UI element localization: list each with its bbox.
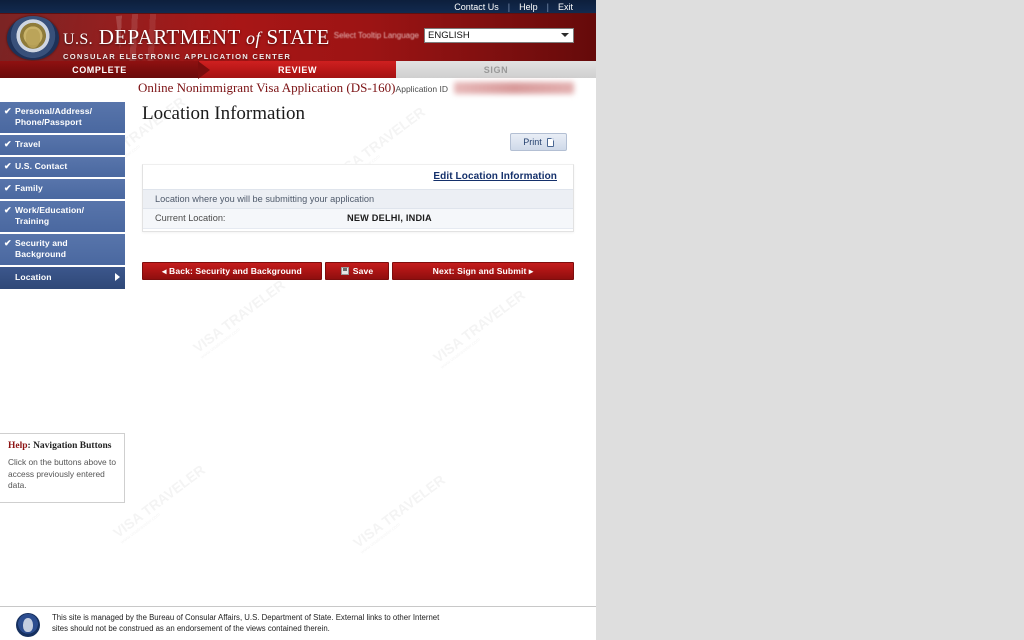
main-content: Location Information Print Edit Location… xyxy=(138,99,578,280)
current-location-label: Current Location: xyxy=(155,213,226,223)
brand-us: U.S. xyxy=(63,31,94,48)
step-sign-label: SIGN xyxy=(483,64,509,75)
next-button-label: Next: Sign and Submit ▸ xyxy=(432,265,534,276)
brand-subtitle: CONSULAR ELECTRONIC APPLICATION CENTER xyxy=(63,52,292,61)
tooltip-language-select[interactable]: ENGLISH xyxy=(424,28,574,43)
sidebar-item-location[interactable]: Location xyxy=(0,267,125,291)
top-utility-bar: Contact Us | Help | Exit xyxy=(0,0,596,14)
brand-state: STATE xyxy=(266,25,330,49)
chevron-down-icon xyxy=(561,33,569,37)
sidebar-item-security-and-background[interactable]: ✔ Security and Background xyxy=(0,234,125,267)
print-button-label: Print xyxy=(523,137,542,147)
sidebar-item-label: Family xyxy=(15,183,43,193)
floppy-disk-icon xyxy=(340,267,349,275)
sidebar-item-us-contact[interactable]: ✔ U.S. Contact xyxy=(0,157,125,179)
help-title-rest: : Navigation Buttons xyxy=(27,441,112,451)
location-information-panel: Edit Location Information Location where… xyxy=(142,164,574,232)
form-subheader: Online Nonimmigrant Visa Application (DS… xyxy=(130,78,596,99)
check-icon: ✔ xyxy=(4,161,12,171)
help-label: Help xyxy=(8,441,28,451)
panel-edit-row: Edit Location Information xyxy=(143,165,573,189)
sidebar-item-label: Travel xyxy=(15,139,41,149)
sidebar-item-travel[interactable]: ✔ Travel xyxy=(0,135,125,157)
step-review-label: REVIEW xyxy=(277,64,318,75)
watermark: VISA TRAVELERwww.visatraveler.com xyxy=(190,276,288,361)
back-security-and-background-button[interactable]: ◂ Back: Security and Background xyxy=(142,262,322,280)
panel-subheading: Location where you will be submitting yo… xyxy=(143,189,573,209)
sidebar-item-label: Work/Education/ Training xyxy=(15,205,85,226)
current-location-value: NEW DELHI, INDIA xyxy=(347,213,432,223)
footer-text: This site is managed by the Bureau of Co… xyxy=(52,613,440,633)
language-selector-label: Select Tooltip Language xyxy=(333,31,419,40)
sidebar-item-family[interactable]: ✔ Family xyxy=(0,179,125,201)
chevron-right-icon xyxy=(115,273,120,281)
sidebar-item-label: U.S. Contact xyxy=(15,161,68,171)
help-panel-body: Click on the buttons above to access pre… xyxy=(8,457,117,490)
watermark: VISA TRAVELERwww.visatraveler.com xyxy=(350,471,448,556)
application-id-label: Application ID xyxy=(395,84,448,94)
brand-of: of xyxy=(245,28,261,48)
help-panel-title: Help: Navigation Buttons xyxy=(8,441,116,451)
check-icon: ✔ xyxy=(4,205,12,215)
back-button-label: ◂ Back: Security and Background xyxy=(162,265,302,276)
save-button[interactable]: Save xyxy=(325,262,389,280)
form-button-bar: ◂ Back: Security and Background Save Nex… xyxy=(142,262,574,280)
sidebar-item-work-education-training[interactable]: ✔ Work/Education/ Training xyxy=(0,201,125,234)
next-sign-and-submit-button[interactable]: Next: Sign and Submit ▸ xyxy=(392,262,574,280)
brand-department: DEPARTMENT xyxy=(98,25,241,49)
watermark: VISA TRAVELERwww.visatraveler.com xyxy=(430,286,528,371)
form-title: Online Nonimmigrant Visa Application (DS… xyxy=(138,80,396,95)
check-icon: ✔ xyxy=(4,238,12,248)
edit-location-information-link[interactable]: Edit Location Information xyxy=(433,171,557,182)
page-title: Location Information xyxy=(142,103,306,124)
step-sign[interactable]: SIGN xyxy=(396,61,596,78)
sidebar-item-personal-address-phone-passport[interactable]: ✔ Personal/Address/ Phone/Passport xyxy=(0,102,125,135)
save-button-label: Save xyxy=(352,266,374,276)
step-complete-label: COMPLETE xyxy=(72,64,127,75)
step-review[interactable]: REVIEW xyxy=(198,61,396,79)
screenshot-root: VISA TRAVELERwww.visatraveler.com VISA T… xyxy=(0,0,1024,640)
document-icon xyxy=(546,137,554,147)
check-icon: ✔ xyxy=(4,183,12,193)
footer-seal-icon xyxy=(16,613,40,637)
sidebar-item-label: Location xyxy=(15,272,52,282)
page-footer: This site is managed by the Bureau of Co… xyxy=(0,606,596,640)
help-link[interactable]: Help xyxy=(510,0,547,14)
table-row: Current Location: NEW DELHI, INDIA xyxy=(143,209,573,229)
language-selector-group: Select Tooltip Language ENGLISH xyxy=(334,28,574,43)
brand-title: U.S. DEPARTMENT of STATE xyxy=(63,25,330,50)
ds160-application-window: Contact Us | Help | Exit U.S. DEPARTMENT… xyxy=(0,0,596,640)
sidebar-item-label: Personal/Address/ Phone/Passport xyxy=(15,106,93,127)
contact-us-link[interactable]: Contact Us xyxy=(445,0,508,14)
check-icon: ✔ xyxy=(4,106,12,116)
progress-steps: COMPLETE REVIEW SIGN xyxy=(0,61,596,79)
print-button[interactable]: Print xyxy=(510,133,567,151)
top-utility-links: Contact Us | Help | Exit xyxy=(445,0,582,14)
exit-link[interactable]: Exit xyxy=(549,0,582,14)
sidebar-item-label: Security and Background xyxy=(15,238,68,259)
check-icon: ✔ xyxy=(4,139,12,149)
department-of-state-seal-icon xyxy=(7,16,59,60)
language-selected-value: ENGLISH xyxy=(428,30,470,41)
help-panel: Help: Navigation Buttons Click on the bu… xyxy=(0,433,125,503)
site-banner: U.S. DEPARTMENT of STATE CONSULAR ELECTR… xyxy=(0,14,596,61)
page-body: VISA TRAVELERwww.visatraveler.com VISA T… xyxy=(0,78,596,640)
brand-lockup: U.S. DEPARTMENT of STATE CONSULAR ELECTR… xyxy=(63,25,330,61)
section-navigation: ✔ Personal/Address/ Phone/Passport ✔ Tra… xyxy=(0,78,125,291)
application-id-value-redacted xyxy=(454,82,574,94)
watermark: VISA TRAVELERwww.visatraveler.com xyxy=(110,461,208,546)
annotation-canvas: VISA TRAVELERwww.visatraveler.com VISA T… xyxy=(596,0,1024,640)
step-complete[interactable]: COMPLETE xyxy=(0,61,199,78)
